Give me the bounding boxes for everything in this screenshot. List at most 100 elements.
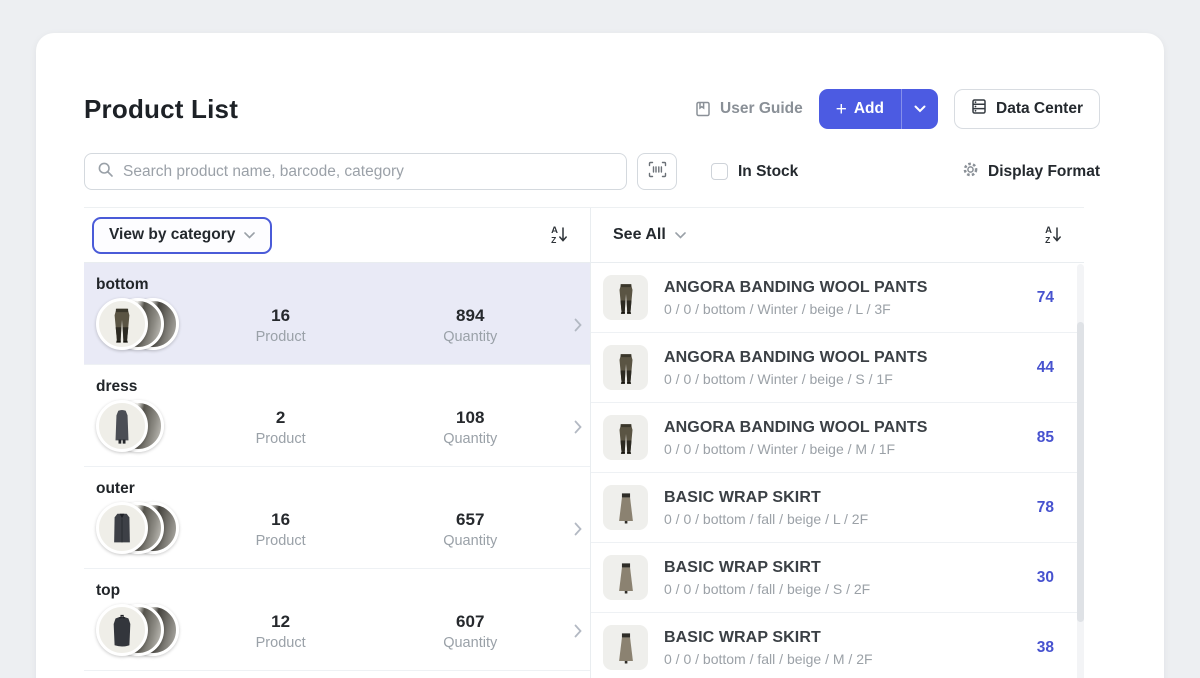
product-count-value: 12	[186, 612, 376, 632]
product-row[interactable]: BASIC WRAP SKIRT 0 / 0 / bottom / fall /…	[591, 613, 1084, 678]
in-stock-filter[interactable]: In Stock	[711, 163, 798, 181]
display-format-label: Display Format	[988, 163, 1100, 181]
chevron-down-icon	[675, 226, 686, 244]
product-info: ANGORA BANDING WOOL PANTS 0 / 0 / bottom…	[664, 349, 928, 387]
category-row[interactable]: top 12 Product	[84, 569, 590, 671]
category-thumbnails	[96, 296, 186, 354]
add-button[interactable]: + Add	[819, 89, 901, 129]
product-quantity: 85	[1037, 429, 1054, 447]
product-row[interactable]: BASIC WRAP SKIRT 0 / 0 / bottom / fall /…	[591, 543, 1084, 613]
product-quantity: 44	[1037, 359, 1054, 377]
product-attributes: 0 / 0 / bottom / Winter / beige / L / 3F	[664, 301, 928, 317]
quantity-stat: 607 Quantity	[375, 612, 565, 651]
product-attributes: 0 / 0 / bottom / Winter / beige / M / 1F	[664, 441, 928, 457]
search-input[interactable]	[123, 163, 614, 181]
product-attributes: 0 / 0 / bottom / fall / beige / L / 2F	[664, 511, 868, 527]
product-count-stat: 2 Product	[186, 408, 376, 447]
quantity-value: 607	[375, 612, 565, 632]
page-header: Product List User Guide + Add	[84, 89, 1100, 129]
quantity-stat: 108 Quantity	[375, 408, 565, 447]
product-info: BASIC WRAP SKIRT 0 / 0 / bottom / fall /…	[664, 629, 873, 667]
category-thumbnails	[96, 602, 186, 660]
product-name: ANGORA BANDING WOOL PANTS	[664, 279, 928, 297]
search-icon	[97, 161, 114, 183]
chevron-right-icon	[565, 420, 590, 434]
in-stock-label: In Stock	[738, 163, 798, 181]
barcode-scan-button[interactable]	[637, 153, 677, 190]
thumbnail-circle	[96, 400, 148, 452]
view-mode-label: View by category	[109, 226, 235, 244]
product-row[interactable]: ANGORA BANDING WOOL PANTS 0 / 0 / bottom…	[591, 263, 1084, 333]
quantity-label: Quantity	[375, 329, 565, 345]
product-name: BASIC WRAP SKIRT	[664, 559, 870, 577]
category-row[interactable]: dress 2 Product	[84, 365, 590, 467]
in-stock-checkbox[interactable]	[711, 163, 728, 180]
scrollbar-track[interactable]	[1077, 264, 1084, 678]
quantity-value: 108	[375, 408, 565, 428]
data-center-label: Data Center	[996, 100, 1083, 118]
product-attributes: 0 / 0 / bottom / fall / beige / S / 2F	[664, 581, 870, 597]
category-row[interactable]: outer 16 Product	[84, 467, 590, 569]
chevron-down-icon	[244, 226, 255, 244]
filter-bar: In Stock Display Format	[84, 153, 1100, 190]
chevron-right-icon	[565, 318, 590, 332]
product-sort-button[interactable]: AZ	[1045, 226, 1062, 244]
product-quantity: 74	[1037, 289, 1054, 307]
sort-az-icon: AZ	[1045, 226, 1052, 244]
product-info: BASIC WRAP SKIRT 0 / 0 / bottom / fall /…	[664, 489, 868, 527]
product-name: ANGORA BANDING WOOL PANTS	[664, 419, 928, 437]
quantity-label: Quantity	[375, 431, 565, 447]
product-thumbnail	[603, 345, 648, 390]
category-name: bottom	[96, 263, 590, 294]
quantity-label: Quantity	[375, 635, 565, 651]
database-icon	[971, 98, 987, 120]
category-thumbnails	[96, 398, 186, 456]
product-list: ANGORA BANDING WOOL PANTS 0 / 0 / bottom…	[591, 263, 1084, 678]
product-attributes: 0 / 0 / bottom / Winter / beige / S / 1F	[664, 371, 928, 387]
product-thumbnail	[603, 415, 648, 460]
product-quantity: 30	[1037, 569, 1054, 587]
add-split-button: + Add	[819, 89, 938, 129]
plus-icon: +	[836, 100, 847, 119]
category-sort-button[interactable]: AZ	[551, 226, 568, 244]
book-icon	[694, 100, 712, 118]
user-guide-label: User Guide	[720, 100, 803, 118]
see-all-label: See All	[613, 226, 666, 244]
thumbnail-circle	[96, 604, 148, 656]
barcode-scan-icon	[648, 161, 667, 183]
category-list: bottom 16 Product	[84, 263, 590, 671]
product-count-label: Product	[186, 635, 376, 651]
product-count-stat: 16 Product	[186, 510, 376, 549]
product-info: ANGORA BANDING WOOL PANTS 0 / 0 / bottom…	[664, 279, 928, 317]
scrollbar-thumb[interactable]	[1077, 322, 1084, 622]
view-mode-select[interactable]: View by category	[92, 217, 272, 254]
product-count-label: Product	[186, 431, 376, 447]
category-name: top	[96, 569, 590, 600]
quantity-label: Quantity	[375, 533, 565, 549]
thumbnail-circle	[96, 502, 148, 554]
quantity-value: 894	[375, 306, 565, 326]
product-quantity: 38	[1037, 639, 1054, 657]
category-row[interactable]: bottom 16 Product	[84, 263, 590, 365]
product-row[interactable]: ANGORA BANDING WOOL PANTS 0 / 0 / bottom…	[591, 333, 1084, 403]
content-area: View by category AZ bottom	[84, 207, 1084, 678]
product-row[interactable]: BASIC WRAP SKIRT 0 / 0 / bottom / fall /…	[591, 473, 1084, 543]
product-row[interactable]: ANGORA BANDING WOOL PANTS 0 / 0 / bottom…	[591, 403, 1084, 473]
quantity-stat: 894 Quantity	[375, 306, 565, 345]
category-name: outer	[96, 467, 590, 498]
category-panel: View by category AZ bottom	[84, 208, 591, 678]
product-list-card: Product List User Guide + Add	[36, 33, 1164, 678]
quantity-stat: 657 Quantity	[375, 510, 565, 549]
product-thumbnail	[603, 275, 648, 320]
data-center-button[interactable]: Data Center	[954, 89, 1100, 129]
product-info: ANGORA BANDING WOOL PANTS 0 / 0 / bottom…	[664, 419, 928, 457]
add-dropdown-button[interactable]	[901, 89, 938, 129]
chevron-down-icon	[914, 100, 926, 118]
product-count-value: 16	[186, 510, 376, 530]
product-attributes: 0 / 0 / bottom / fall / beige / M / 2F	[664, 651, 873, 667]
user-guide-button[interactable]: User Guide	[694, 100, 803, 118]
display-format-button[interactable]: Display Format	[962, 161, 1100, 183]
product-count-stat: 16 Product	[186, 306, 376, 345]
see-all-select[interactable]: See All	[613, 226, 686, 244]
header-actions: User Guide + Add	[694, 89, 1100, 129]
